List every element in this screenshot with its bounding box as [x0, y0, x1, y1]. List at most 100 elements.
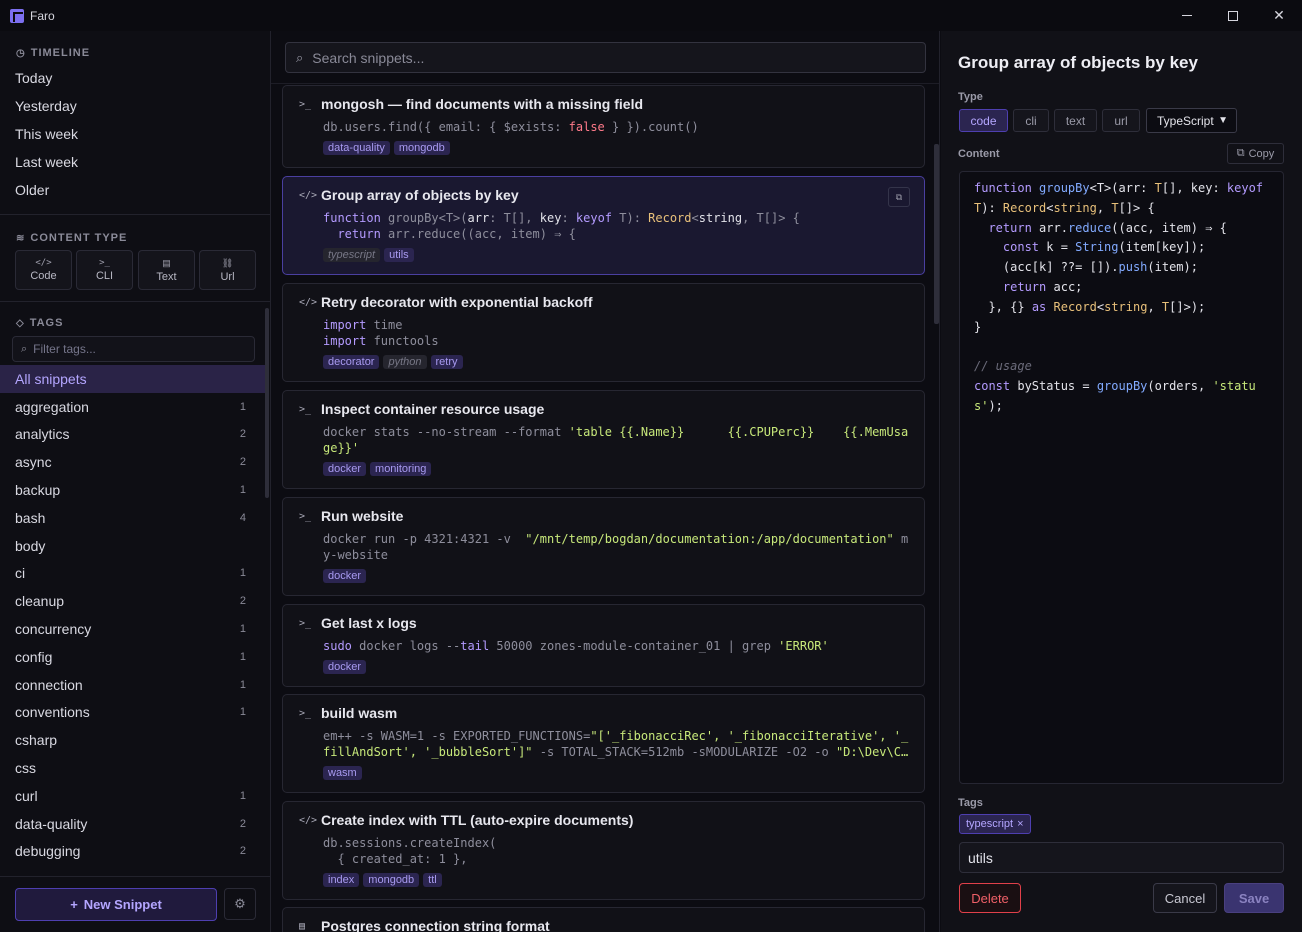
- tag-row[interactable]: css: [0, 754, 266, 782]
- content-type-text-button[interactable]: ▤ Text: [138, 250, 195, 290]
- filter-tags-field[interactable]: ⌕: [12, 336, 255, 362]
- tag-chip[interactable]: decorator: [323, 355, 380, 369]
- tag-row[interactable]: data-quality 2: [0, 810, 266, 838]
- cancel-button[interactable]: Cancel: [1153, 883, 1217, 913]
- terminal-icon: >_: [299, 98, 312, 110]
- snippet-card[interactable]: >_ Get last x logs sudo docker logs --ta…: [282, 604, 925, 687]
- tag-count: 4: [239, 511, 246, 524]
- gear-icon: ⚙: [234, 896, 246, 911]
- tag-chip[interactable]: mongodb: [393, 141, 450, 155]
- tag-chip[interactable]: utils: [384, 248, 414, 262]
- search-input[interactable]: [312, 49, 873, 66]
- tag-row[interactable]: debugging 2: [0, 838, 266, 866]
- tag-row[interactable]: conventions 1: [0, 699, 266, 727]
- save-button[interactable]: Save: [1224, 883, 1284, 913]
- snippet-list-panel: ⌕ >_ mongosh — find documents with a mis…: [271, 31, 940, 932]
- list-scrollbar[interactable]: [934, 144, 939, 324]
- snippet-card[interactable]: >_ Run website docker run -p 4321:4321 -…: [282, 497, 925, 596]
- type-url-button[interactable]: url: [1102, 109, 1140, 132]
- tag-chip[interactable]: monitoring: [370, 462, 432, 476]
- timeline-this-week[interactable]: This week: [15, 126, 78, 142]
- tag-row[interactable]: cleanup 2: [0, 587, 266, 615]
- type-text-button[interactable]: text: [1054, 109, 1097, 132]
- snippet-card[interactable]: >_ build wasm em++ -s WASM=1 -s EXPORTED…: [282, 694, 925, 793]
- tag-chip[interactable]: index: [323, 873, 360, 887]
- search-field[interactable]: ⌕: [285, 42, 926, 73]
- divider: [0, 214, 270, 215]
- tag-row[interactable]: body: [0, 532, 266, 560]
- snippet-preview: function groupBy<T>(arr: T[], key: keyof…: [323, 211, 800, 241]
- clock-icon: ◷: [16, 47, 26, 59]
- minimize-button[interactable]: [1164, 0, 1210, 31]
- tag-input[interactable]: [959, 842, 1284, 873]
- content-type-code-button[interactable]: </> Code: [15, 250, 72, 290]
- tag-chip[interactable]: docker: [323, 569, 367, 583]
- tag-row[interactable]: config 1: [0, 643, 266, 671]
- tag-name: ci: [15, 565, 26, 582]
- tag-name: analytics: [15, 426, 70, 443]
- timeline-yesterday[interactable]: Yesterday: [15, 98, 77, 114]
- snippet-card[interactable]: </> Create index with TTL (auto-expire d…: [282, 801, 925, 900]
- new-snippet-button[interactable]: + New Snippet: [15, 888, 217, 921]
- tag-name: cleanup: [15, 593, 65, 610]
- tag-chip[interactable]: ttl: [423, 873, 442, 887]
- tag-row[interactable]: analytics 2: [0, 421, 266, 449]
- code-icon: </>: [299, 189, 318, 201]
- content-editor[interactable]: function groupBy<T>(arr: T[], key: keyof…: [959, 171, 1284, 784]
- content-type-cli-button[interactable]: >_ CLI: [76, 250, 133, 290]
- tag-row[interactable]: async 2: [0, 448, 266, 476]
- tag-row[interactable]: curl 1: [0, 782, 266, 810]
- delete-button[interactable]: Delete: [959, 883, 1021, 913]
- snippet-card[interactable]: >_ mongosh — find documents with a missi…: [282, 85, 925, 168]
- timeline-last-week[interactable]: Last week: [15, 154, 78, 170]
- code-icon: </>: [299, 814, 318, 826]
- close-button[interactable]: ✕: [1256, 0, 1302, 31]
- tag-row[interactable]: backup 1: [0, 476, 266, 504]
- snippet-preview: docker stats --no-stream --format 'table…: [323, 425, 909, 455]
- terminal-icon: >_: [99, 258, 110, 268]
- snippet-card[interactable]: </> Retry decorator with exponential bac…: [282, 283, 925, 382]
- copy-icon[interactable]: ⧉: [888, 187, 910, 207]
- tag-row[interactable]: concurrency 1: [0, 615, 266, 643]
- tags-label: Tags: [958, 797, 983, 809]
- content-type-url-button[interactable]: ⛓ Url: [199, 250, 256, 290]
- snippet-title: build wasm: [321, 705, 398, 721]
- type-code-button[interactable]: code: [959, 109, 1008, 132]
- maximize-button[interactable]: [1210, 0, 1256, 31]
- language-select[interactable]: TypeScript ▼: [1146, 108, 1237, 133]
- tag-chip[interactable]: wasm: [323, 766, 362, 780]
- terminal-icon: >_: [299, 617, 312, 629]
- snippet-preview: import time import functools: [323, 318, 439, 348]
- tag-name: bash: [15, 509, 46, 526]
- tag-row[interactable]: bash 4: [0, 504, 266, 532]
- snippet-preview: sudo docker logs --tail 50000 zones-modu…: [323, 639, 829, 653]
- snippet-preview: docker run -p 4321:4321 -v "/mnt/temp/bo…: [323, 532, 909, 562]
- detail-title[interactable]: Group array of objects by key: [958, 53, 1198, 73]
- remove-tag-icon[interactable]: ×: [1017, 818, 1023, 830]
- tag-chip[interactable]: typescript: [323, 248, 381, 262]
- tag-chip[interactable]: mongodb: [363, 873, 420, 887]
- timeline-today[interactable]: Today: [15, 70, 52, 86]
- tag-all-snippets[interactable]: All snippets: [0, 365, 266, 393]
- tag-row[interactable]: connection 1: [0, 671, 266, 699]
- snippet-card-selected[interactable]: </> Group array of objects by key ⧉ func…: [282, 176, 925, 275]
- type-cli-button[interactable]: cli: [1013, 109, 1049, 132]
- tag-row[interactable]: ci 1: [0, 560, 266, 588]
- tag-chip[interactable]: docker: [323, 462, 367, 476]
- settings-button[interactable]: ⚙: [224, 888, 256, 920]
- filter-tags-input[interactable]: [33, 342, 234, 356]
- tag-chip[interactable]: retry: [430, 355, 463, 369]
- timeline-older[interactable]: Older: [15, 182, 49, 198]
- divider: [271, 83, 939, 84]
- maximize-icon: [1228, 10, 1238, 21]
- snippet-preview: db.sessions.createIndex( { created_at: 1…: [323, 836, 497, 866]
- tag-row[interactable]: csharp: [0, 726, 266, 754]
- tag-chip[interactable]: data-quality: [323, 141, 390, 155]
- tag-row[interactable]: aggregation 1: [0, 393, 266, 421]
- snippet-card[interactable]: >_ Inspect container resource usage dock…: [282, 390, 925, 489]
- tag-chip[interactable]: docker: [323, 660, 367, 674]
- sidebar-scrollbar[interactable]: [265, 308, 269, 498]
- snippet-card[interactable]: ▤ Postgres connection string format: [282, 907, 925, 932]
- tag-chip[interactable]: python: [383, 355, 427, 369]
- copy-button[interactable]: ⧉ Copy: [1227, 143, 1284, 164]
